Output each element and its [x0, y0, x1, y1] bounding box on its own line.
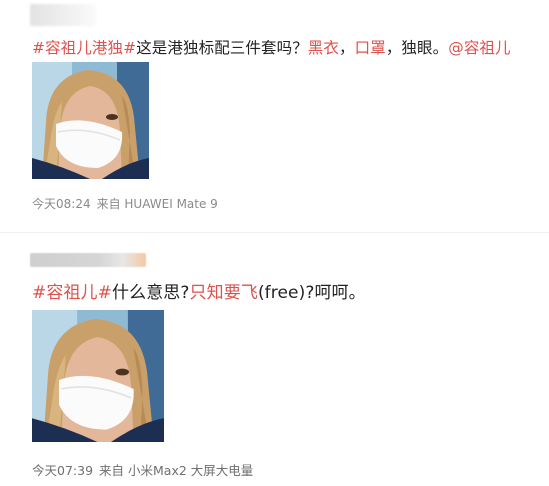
- post-text: #容祖儿港独#这是港独标配三件套吗？黑衣，口罩，独眼。@容祖儿: [32, 36, 511, 58]
- hashtag-link[interactable]: #容祖儿#: [32, 283, 112, 303]
- hashtag-link[interactable]: #容祖儿港独#: [32, 39, 136, 57]
- blurred-username: [30, 253, 146, 267]
- post-text: #容祖儿#什么意思?只知要飞(free)?呵呵。: [32, 278, 366, 303]
- post-timestamp[interactable]: 今天08:24: [32, 197, 91, 211]
- post-divider: [0, 232, 549, 233]
- post-text-segment: ，: [339, 39, 355, 57]
- highlight-text: 黑衣: [307, 39, 339, 57]
- weibo-post-2: #容祖儿#什么意思?只知要飞(free)?呵呵。 今天07:39 来自 小米Max…: [0, 240, 549, 486]
- post-meta: 今天07:39 来自 小米Max2 大屏大电量: [32, 460, 253, 479]
- post-text-segment: ，独眼。: [385, 39, 449, 57]
- mention-link[interactable]: @容祖儿: [448, 39, 510, 57]
- highlight-text: 只知要飞: [189, 283, 258, 303]
- blurred-username: [30, 4, 96, 26]
- post-photo[interactable]: [32, 62, 149, 179]
- post-photo[interactable]: [32, 310, 164, 442]
- weibo-post-1: #容祖儿港独#这是港独标配三件套吗？黑衣，口罩，独眼。@容祖儿 今天08:24 来…: [0, 0, 549, 225]
- post-source: 来自 小米Max2 大屏大电量: [99, 463, 254, 478]
- post-text-segment: 这是港独标配三件套吗？: [136, 39, 308, 57]
- post-timestamp[interactable]: 今天07:39: [32, 463, 93, 478]
- post-text-segment: 什么意思?: [112, 283, 190, 303]
- post-meta: 今天08:24 来自 HUAWEI Mate 9: [32, 195, 218, 212]
- post-text-segment: (free)?呵呵。: [257, 283, 366, 303]
- highlight-text: 口罩: [354, 39, 386, 57]
- post-source: 来自 HUAWEI Mate 9: [96, 197, 218, 211]
